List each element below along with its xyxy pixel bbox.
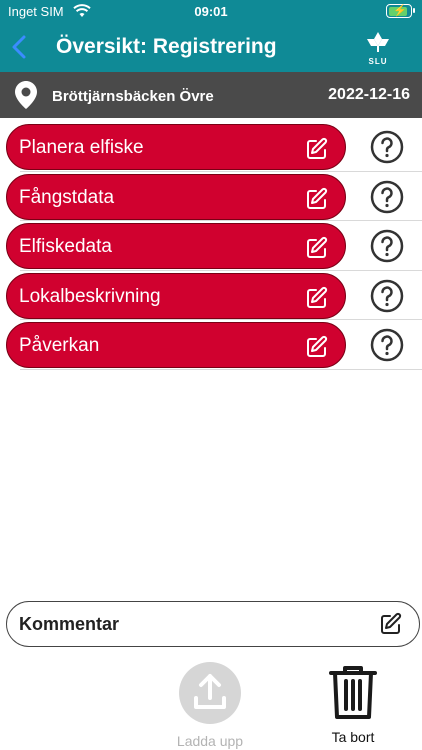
edit-icon [305,335,329,359]
help-icon[interactable] [370,130,404,164]
comment-button[interactable]: Kommentar [6,601,420,647]
location-name: Bröttjärnsbäcken Övre [52,88,214,105]
trash-icon [327,666,379,724]
navigation-bar: Översikt: Registrering SLU [0,26,422,72]
section-label: Fångstdata [19,186,115,208]
location-pin-icon [14,80,38,115]
clock: 09:01 [194,4,228,19]
section-button-planera-elfiske[interactable]: Planera elfiske [6,124,346,170]
section-button-lokalbeskrivning[interactable]: Lokalbeskrivning [6,272,346,319]
edit-icon [305,286,329,310]
page-title: Översikt: Registrering [56,35,277,58]
delete-label: Ta bort [331,729,375,745]
section-button-paverkan[interactable]: Påverkan [6,322,346,368]
list-item: Lokalbeskrivning [0,271,422,320]
help-icon[interactable] [370,328,404,362]
delete-button[interactable]: Ta bort [316,664,390,750]
edit-icon [305,137,329,161]
edit-icon [379,612,403,636]
section-label: Påverkan [19,335,100,356]
list-item: Elfiskedata [0,221,422,271]
upload-icon [179,662,241,724]
registration-date: 2022-12-16 [328,86,410,103]
back-chevron-icon[interactable] [8,33,32,61]
upload-label: Ladda upp [176,733,244,749]
help-icon[interactable] [370,229,404,263]
section-label: Planera elfiske [19,137,144,158]
section-list: Planera elfiske Fångstdata Elfiskedata L… [0,122,422,370]
section-label: Elfiskedata [19,236,112,257]
help-icon[interactable] [370,279,404,313]
status-bar: Inget SIM 09:01 ⚡ [0,0,422,24]
section-label: Lokalbeskrivning [19,285,161,307]
edit-icon [305,236,329,260]
help-icon[interactable] [370,180,404,214]
section-button-elfiskedata[interactable]: Elfiskedata [6,223,346,269]
location-bar: Bröttjärnsbäcken Övre 2022-12-16 [0,72,422,118]
battery-icon: ⚡ [386,4,415,18]
comment-label: Kommentar [19,614,120,634]
edit-icon [305,187,329,211]
upload-button[interactable]: Ladda upp [168,660,252,750]
app-header: Inget SIM 09:01 ⚡ Översikt: Registrering… [0,0,422,72]
list-item: Påverkan [0,320,422,370]
slu-logo-text: SLU [368,57,388,66]
list-item: Planera elfiske [0,122,422,172]
list-item: Fångstdata [0,172,422,221]
slu-logo: SLU [360,30,396,70]
section-button-fangstdata[interactable]: Fångstdata [6,173,346,220]
